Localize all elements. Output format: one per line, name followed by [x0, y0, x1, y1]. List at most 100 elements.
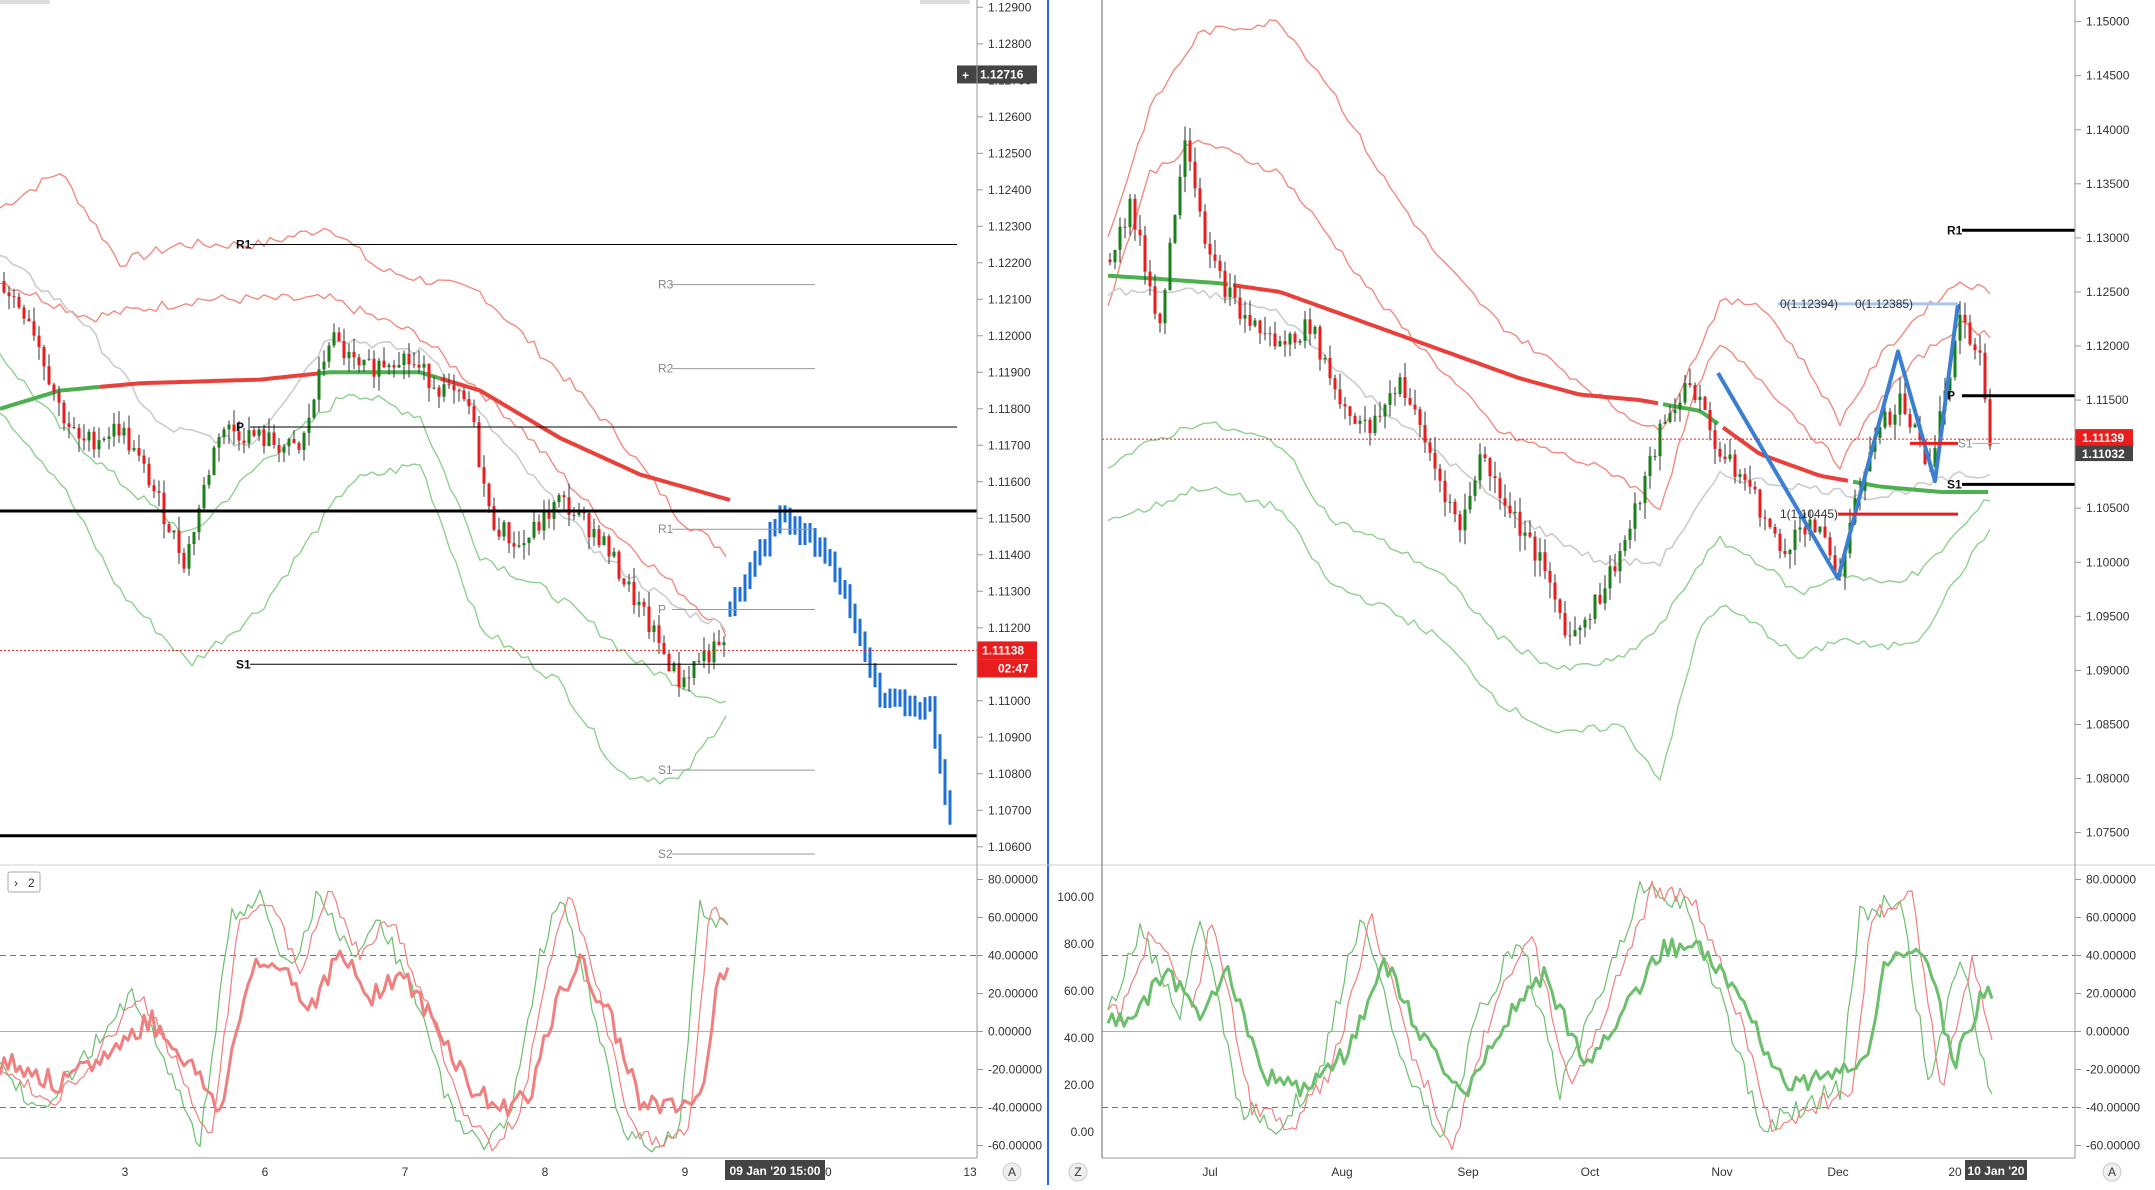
candle-body — [442, 384, 446, 397]
candle-body — [1448, 501, 1452, 503]
heikin-ashi-bar — [818, 537, 822, 557]
candle-body — [1773, 526, 1777, 534]
candle-body — [1738, 474, 1742, 477]
candle-body — [87, 431, 91, 441]
osc-tick-label: 80.00000 — [988, 873, 1038, 887]
osc-tick-label: 40.00000 — [988, 949, 1038, 963]
left-oscillator-pane[interactable]: 80.00000 60.00000 40.00000 20.00000 0.00000 -… — [0, 871, 1042, 1182]
candle-body — [372, 358, 376, 377]
heikin-ashi-bar — [843, 580, 847, 599]
candle-body — [177, 530, 181, 553]
countdown-value: 02:47 — [998, 661, 1029, 675]
candle-body — [1348, 406, 1352, 416]
y-tick-label: 1.09000 — [2086, 663, 2130, 677]
candle-body — [1598, 594, 1602, 604]
candle-body — [1153, 286, 1157, 314]
candle-body — [1803, 527, 1807, 535]
candle-body — [157, 491, 161, 493]
heikin-ashi-bar — [883, 692, 887, 709]
candle-body — [52, 384, 56, 393]
heikin-ashi-bar — [938, 734, 942, 774]
candle-body — [1303, 319, 1307, 341]
candle-body — [472, 406, 476, 423]
candle-body — [1568, 635, 1572, 637]
candle-body — [1638, 503, 1642, 505]
candle-body — [1208, 243, 1212, 255]
candle-body — [1288, 333, 1292, 345]
x-tick-label: Dec — [1827, 1165, 1848, 1179]
y-tick-label: 1.12800 — [988, 37, 1032, 51]
candle-body — [1323, 357, 1327, 360]
heikin-ashi-bar — [888, 688, 892, 709]
candle-body — [342, 341, 346, 359]
candle-body — [1543, 552, 1547, 571]
candle-body — [382, 360, 386, 368]
candle-body — [1978, 350, 1982, 353]
candle-body — [1723, 456, 1727, 460]
lower-envelope-green-band — [1107, 486, 1991, 781]
stochastic-smoothed-line — [1106, 937, 1994, 1098]
candle-body — [182, 552, 186, 569]
candle-body — [22, 307, 26, 319]
heikin-ashi-bar — [903, 689, 907, 717]
candle-body — [132, 448, 136, 451]
candle-body — [1558, 599, 1562, 613]
right-price-pane[interactable]: 1.15000 1.14500 1.14000 1.13500 1.13000 1.125… — [1102, 15, 2133, 840]
harmonic-pattern-line — [1716, 303, 1960, 581]
candle-body — [1493, 476, 1497, 479]
candle-body — [1693, 385, 1697, 401]
osc-tick-label: 0.00000 — [988, 1025, 1032, 1039]
candle-body — [487, 483, 491, 507]
candle-body — [1508, 505, 1512, 514]
upper-envelope-red-band — [0, 173, 727, 558]
candle-body — [1533, 536, 1537, 561]
heikin-ashi-bar — [858, 618, 862, 647]
candle-body — [502, 522, 506, 537]
y-tick-label: 1.12900 — [988, 0, 1032, 14]
heikin-ashi-bar — [743, 574, 747, 602]
y-tick-label: 1.12000 — [2086, 339, 2130, 353]
osc-tick-label: 0.00000 — [2086, 1025, 2130, 1039]
y-tick-label: 1.10900 — [988, 730, 1032, 744]
candle-body — [1113, 249, 1117, 263]
candle-body — [477, 422, 481, 468]
candle-body — [642, 601, 646, 607]
zoom-label: Z — [1074, 1165, 1081, 1179]
left-price-pane[interactable]: 1.129001.128001.127001.126001.125001.124… — [0, 0, 1037, 861]
candle-body — [1463, 509, 1467, 531]
grey-pivot-label: S2 — [658, 847, 673, 861]
last-price-value: 1.11138 — [982, 643, 1024, 657]
candle-body — [122, 427, 126, 436]
candle-body — [187, 544, 191, 569]
auto-scale-label: A — [1008, 1165, 1016, 1179]
candle-body — [1198, 188, 1202, 212]
candle-body — [1178, 176, 1182, 216]
candle-body — [1283, 341, 1287, 345]
candle-body — [1263, 333, 1267, 335]
candle-body — [1643, 476, 1647, 504]
x-tick-label: 3 — [122, 1165, 129, 1179]
candle-body — [1663, 421, 1667, 424]
grey-pivot-label: R3 — [658, 278, 674, 292]
candle-body — [102, 438, 106, 441]
collapse-panes-button[interactable] — [7, 871, 41, 893]
heikin-ashi-bar — [748, 562, 752, 589]
candle-body — [27, 318, 31, 322]
grey-pivot-label: S1 — [1958, 436, 1973, 450]
candle-body — [1788, 549, 1792, 555]
candle-body — [1163, 290, 1167, 324]
candle-body — [1813, 519, 1817, 533]
candle-body — [1193, 161, 1197, 189]
candle-body — [1648, 456, 1652, 477]
y-tick-label: 1.08500 — [2086, 717, 2130, 731]
y-tick-label: 1.11400 — [988, 548, 1031, 562]
candle-body — [617, 551, 621, 579]
heikin-ashi-bar — [763, 539, 767, 557]
candle-body — [647, 606, 651, 632]
candle-body — [367, 358, 371, 360]
candle-body — [1108, 259, 1112, 263]
right-oscillator-pane[interactable]: 80.00000 60.00000 40.00000 20.00000 0.00000 -… — [1057, 873, 2140, 1182]
candle-body — [1793, 529, 1797, 550]
candle-body — [667, 653, 671, 671]
candle-body — [167, 524, 171, 533]
